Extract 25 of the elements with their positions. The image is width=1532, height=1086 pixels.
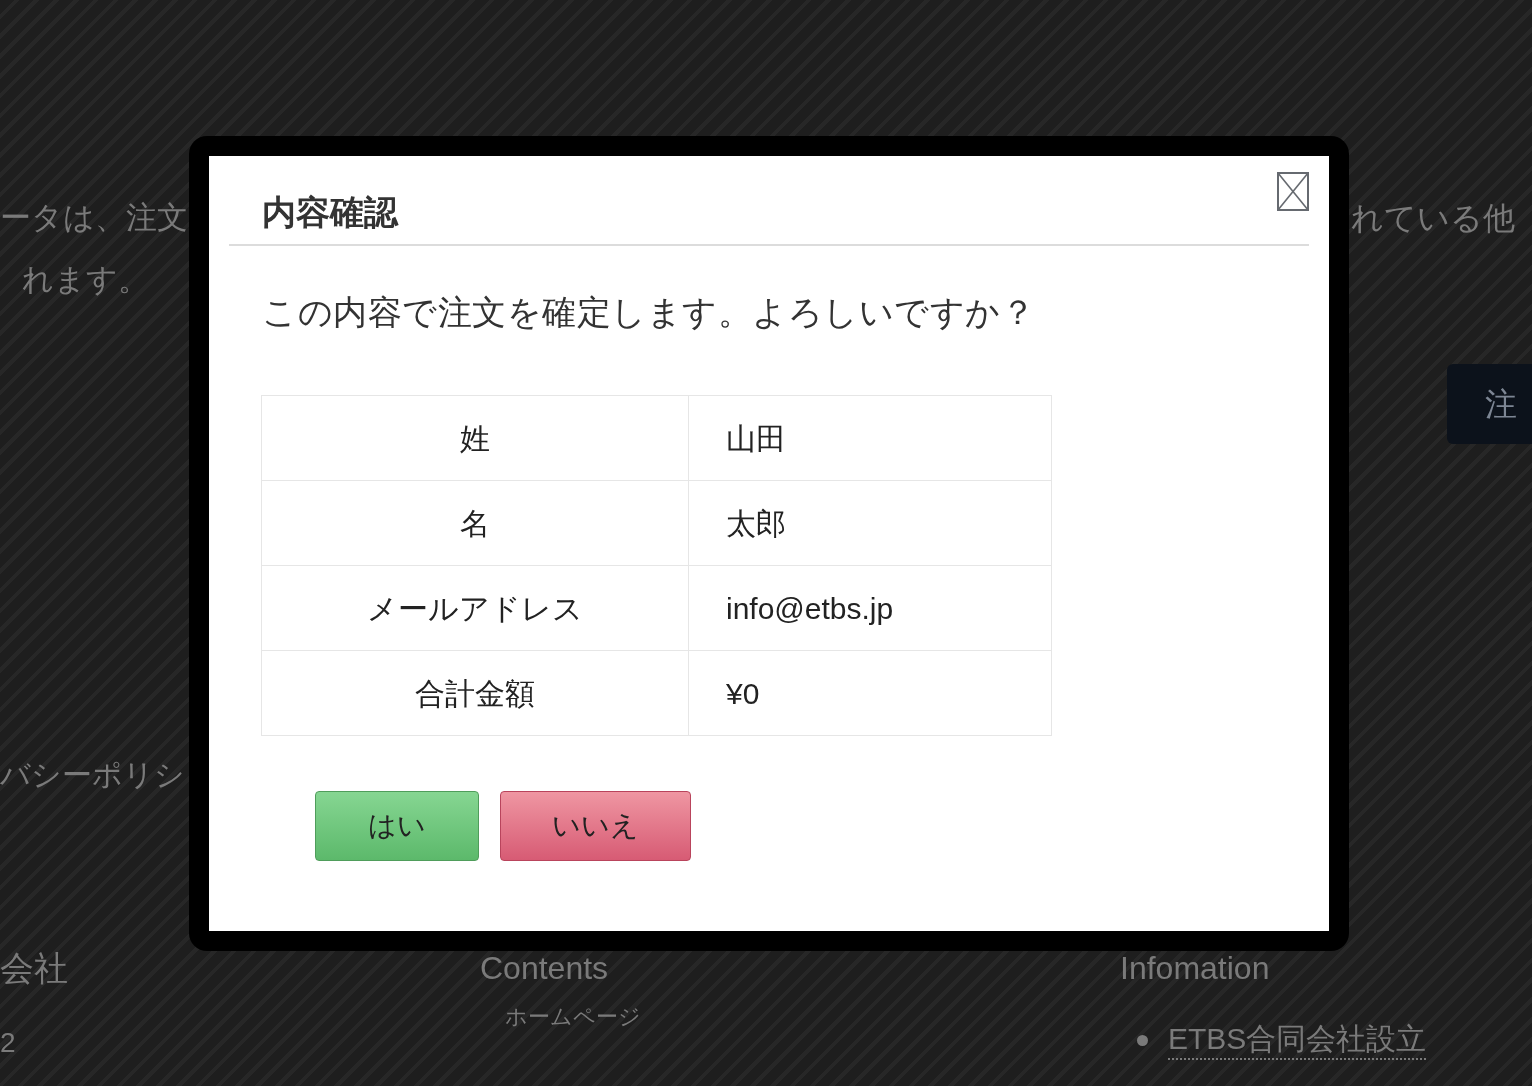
yes-button[interactable]: はい	[315, 791, 479, 861]
news-link[interactable]: ETBS合同会社設立	[1168, 1020, 1427, 1060]
close-icon[interactable]	[1277, 172, 1309, 211]
no-button[interactable]: いいえ	[500, 791, 691, 861]
notice-text: れます。	[21, 261, 150, 299]
dialog-title: 内容確認	[261, 192, 400, 232]
confirmation-message: この内容で注文を確定します。よろしいですか？	[262, 292, 1035, 332]
address-text: 2	[0, 1026, 16, 1060]
privacy-policy-link[interactable]: バシーポリシ	[0, 755, 185, 795]
table-cell: 太郎	[688, 480, 1052, 566]
table-cell: 姓	[261, 395, 689, 481]
footer-link[interactable]: ホームページ	[505, 1002, 641, 1032]
bullet-icon	[1137, 1034, 1148, 1046]
table-cell: info@etbs.jp	[688, 565, 1052, 651]
table-cell: ¥0	[688, 650, 1052, 736]
footer-heading: Contents	[480, 950, 609, 986]
table-cell: 合計金額	[261, 650, 689, 736]
table-cell: 名	[261, 480, 689, 566]
notice-text: れている他	[1351, 199, 1516, 238]
footer-heading: 会社	[0, 950, 68, 986]
table-cell: メールアドレス	[261, 565, 689, 651]
table-cell: 山田	[688, 395, 1052, 481]
order-button[interactable]: 注	[1447, 364, 1532, 444]
notice-text: ータは、注文	[0, 199, 188, 237]
footer-heading: Infomation	[1120, 950, 1270, 986]
